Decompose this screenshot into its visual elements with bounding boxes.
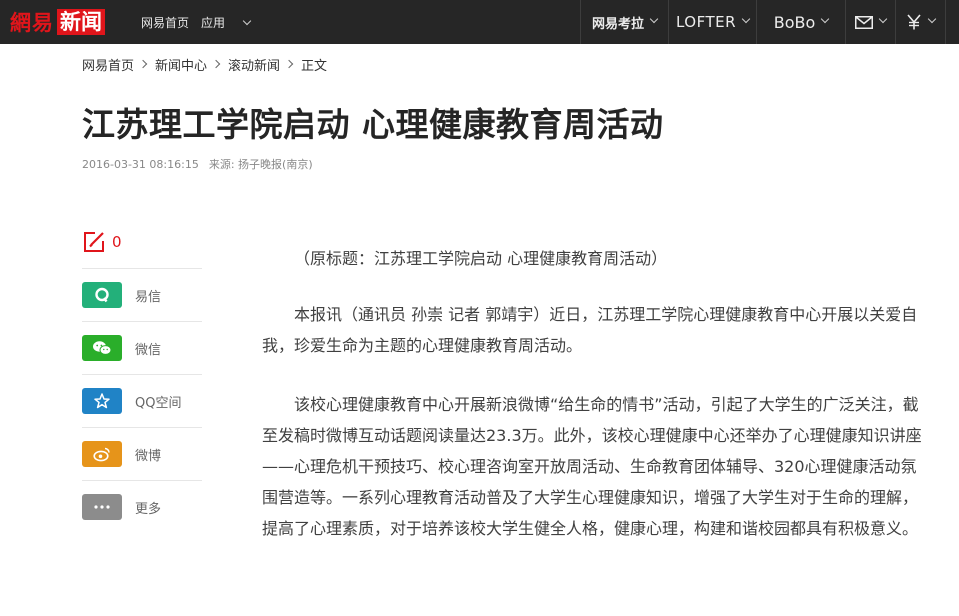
article-source[interactable]: 来源: 扬子晚报(南京) [209,158,313,171]
breadcrumb-rolling-news[interactable]: 滚动新闻 [228,55,280,74]
publish-date: 2016-03-31 08:16:15 [82,158,199,171]
comment-count: 0 [112,233,122,251]
top-nav-bar: 網易 新闻 网易首页 应用 网易考拉 LOFTER BoBo [0,0,959,44]
page-title: 江苏理工学院启动 心理健康教育周活动 [82,105,664,144]
chevron-down-icon [741,14,751,24]
more-dots-icon [94,505,110,509]
article-paragraph: （原标题：江苏理工学院启动 心理健康教育周活动） [294,249,668,268]
share-yixin[interactable]: 易信 [82,268,202,321]
share-more-label: 更多 [135,501,162,517]
nav-bobo-menu[interactable]: BoBo [756,0,845,44]
share-weibo-label: 微博 [135,448,162,464]
article-meta: 2016-03-31 08:16:15 来源: 扬子晚报(南京) [82,156,313,172]
article-paragraph: 本报讯（通讯员 孙崇 记者 郭靖宇）近日，江苏理工学院心理健康教育中心开展以关爱… [262,305,918,355]
nav-kaola-label: 网易考拉 [591,16,644,32]
breadcrumb: 网易首页 新闻中心 滚动新闻 正文 [82,55,328,74]
nav-home-link[interactable]: 网易首页 [141,14,189,31]
nav-mail-menu[interactable] [845,0,895,44]
article-paragraph: 该校心理健康教育中心开展新浪微博“给生命的情书”活动，引起了大学生的广泛关注，截… [262,395,922,538]
netease-news-logo[interactable]: 網易 新闻 [10,9,105,35]
yixin-icon [95,287,109,303]
wechat-icon [93,341,112,355]
chevron-down-icon [649,14,659,24]
nav-lofter-label: LOFTER [675,13,737,31]
comment-counter[interactable]: 0 [82,228,122,256]
mail-icon [855,15,873,29]
edit-comment-icon [84,232,104,252]
money-icon [907,14,921,30]
share-more-badge [82,494,122,520]
chevron-down-icon [821,14,830,24]
share-qzone[interactable]: QQ空间 [82,374,202,427]
share-wechat-badge [82,335,122,361]
chevron-right-icon [138,59,148,69]
nav-apps-label: 应用 [201,15,226,30]
chevron-down-icon [242,16,252,25]
share-more[interactable]: 更多 [82,480,202,533]
share-yixin-label: 易信 [135,289,162,305]
nav-apps-menu[interactable]: 应用 [201,14,252,31]
chevron-right-icon [284,59,294,69]
top-nav-left: 网易首页 应用 [141,0,262,44]
weibo-icon [93,447,110,462]
nav-overflow[interactable] [945,0,959,44]
nav-lofter-menu[interactable]: LOFTER [668,0,756,44]
chevron-right-icon [211,59,221,69]
share-weibo[interactable]: 微博 [82,427,202,480]
share-weibo-badge [82,441,122,467]
article-body: （原标题：江苏理工学院启动 心理健康教育周活动） 本报讯（通讯员 孙崇 记者 郭… [262,243,927,572]
share-wechat-label: 微信 [135,342,162,358]
share-list: 易信 微信 QQ空间 微博 更多 [82,268,202,533]
qzone-star-icon [94,393,110,409]
nav-kaola-menu[interactable]: 网易考拉 [580,0,668,44]
top-nav-right: 网易考拉 LOFTER BoBo [580,0,959,44]
logo-text-netease: 網易 [10,10,54,35]
chevron-down-icon [927,14,937,24]
share-qzone-badge [82,388,122,414]
nav-bobo-label: BoBo [773,12,816,32]
share-qzone-label: QQ空间 [135,395,182,411]
nav-money-menu[interactable] [895,0,945,44]
share-wechat[interactable]: 微信 [82,321,202,374]
breadcrumb-current: 正文 [301,58,328,74]
breadcrumb-home[interactable]: 网易首页 [82,55,134,74]
chevron-down-icon [878,14,888,24]
breadcrumb-news-center[interactable]: 新闻中心 [155,55,207,74]
share-yixin-badge [82,282,122,308]
logo-text-news: 新闻 [57,9,105,35]
